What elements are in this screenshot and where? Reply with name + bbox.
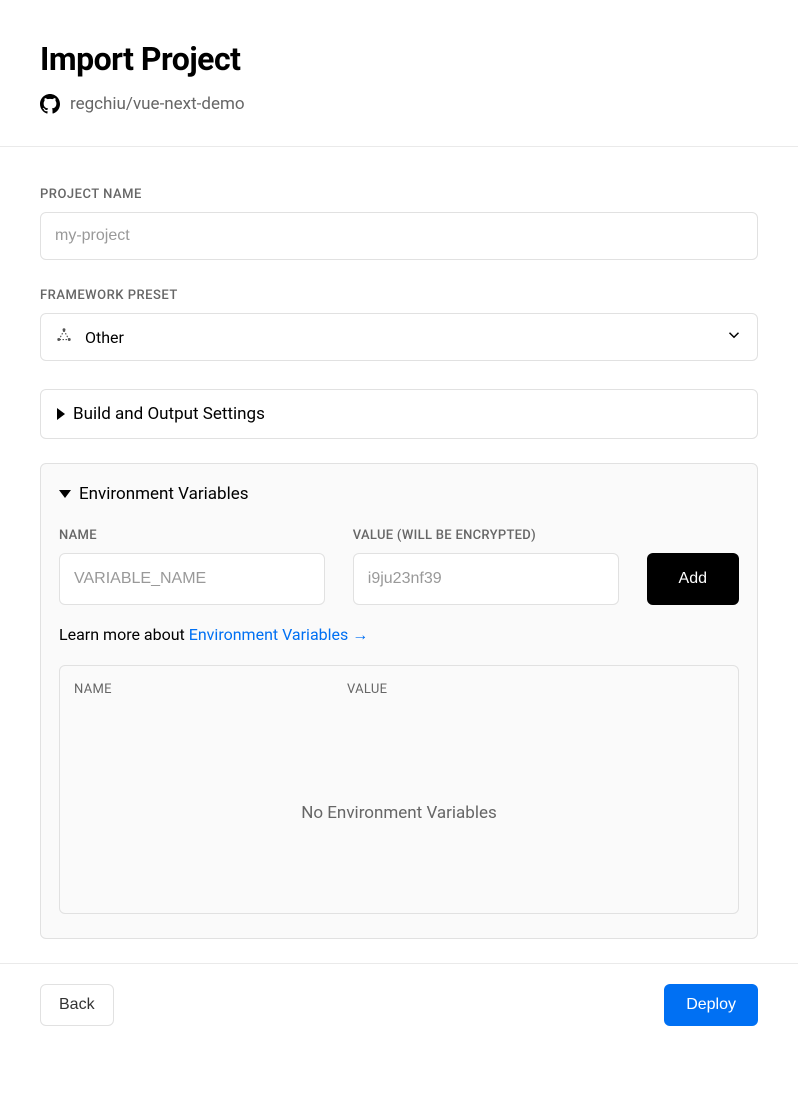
env-empty-state: No Environment Variables	[60, 713, 738, 913]
chevron-down-icon	[725, 326, 743, 348]
env-variables-table: NAME VALUE No Environment Variables	[59, 665, 739, 914]
framework-preset-label: FRAMEWORK PRESET	[40, 288, 758, 303]
env-variables-link[interactable]: Environment Variables →	[189, 625, 368, 644]
build-output-label: Build and Output Settings	[73, 404, 265, 424]
env-name-input[interactable]	[59, 553, 325, 605]
framework-selected-value: Other	[85, 328, 124, 347]
env-value-label: VALUE (WILL BE ENCRYPTED)	[353, 528, 619, 543]
framework-preset-select[interactable]: Other	[40, 313, 758, 361]
project-name-label: PROJECT NAME	[40, 187, 758, 202]
env-name-label: NAME	[59, 528, 325, 543]
page-title: Import Project	[40, 40, 758, 78]
table-header-name: NAME	[74, 682, 347, 697]
expand-right-icon	[57, 408, 65, 420]
environment-variables-section: Environment Variables NAME VALUE (WILL B…	[40, 463, 758, 939]
framework-icon	[55, 326, 73, 348]
deploy-button[interactable]: Deploy	[664, 984, 758, 1026]
build-output-settings-toggle[interactable]: Build and Output Settings	[40, 389, 758, 439]
add-button[interactable]: Add	[647, 553, 739, 605]
github-icon	[40, 94, 60, 114]
env-value-input[interactable]	[353, 553, 619, 605]
repo-indicator: regchiu/vue-next-demo	[40, 94, 758, 114]
repo-name: regchiu/vue-next-demo	[70, 94, 245, 114]
learn-more-text: Learn more about Environment Variables →	[59, 625, 739, 645]
environment-variables-toggle[interactable]: Environment Variables	[59, 484, 739, 504]
project-name-input[interactable]	[40, 212, 758, 260]
back-button[interactable]: Back	[40, 984, 114, 1026]
env-section-label: Environment Variables	[79, 484, 249, 504]
expand-down-icon	[59, 490, 71, 498]
table-header-value: VALUE	[347, 682, 724, 697]
